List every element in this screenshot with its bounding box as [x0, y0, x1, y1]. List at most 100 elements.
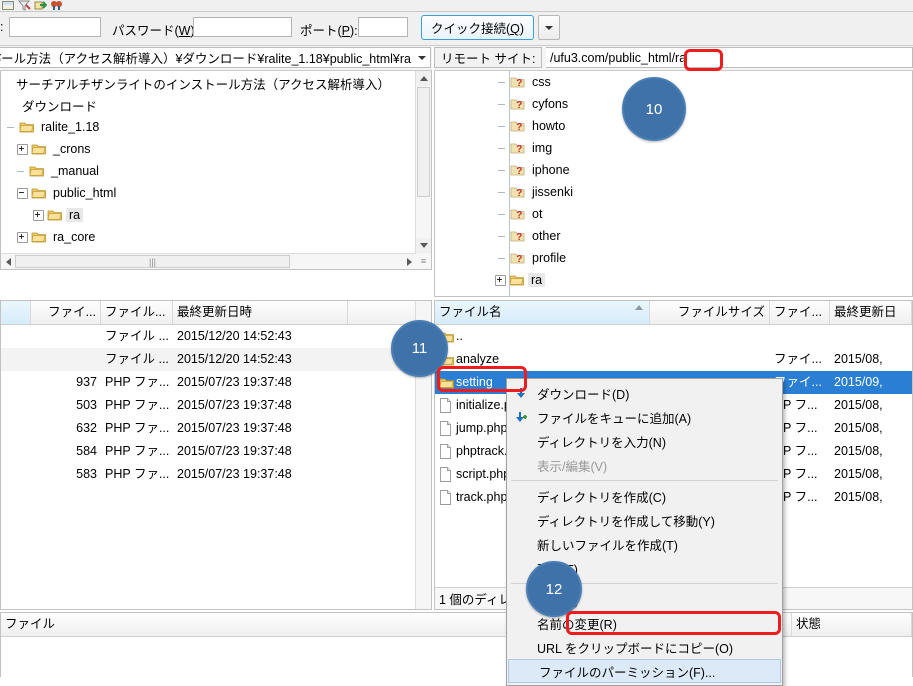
toggle-filter-icon[interactable] — [18, 0, 31, 11]
queue-col-status[interactable]: 状態 — [792, 613, 912, 636]
context-menu-item[interactable]: ファイルのパーミッション(F)... — [508, 659, 781, 683]
scroll-up-button[interactable] — [416, 71, 431, 86]
scroll-left-button[interactable] — [1, 254, 15, 269]
remote-tree-item[interactable]: ra — [495, 269, 912, 291]
context-menu-item[interactable]: URL をクリップボードにコピー(O) — [507, 635, 782, 659]
context-menu-item[interactable]: ディレクトリを入力(N) — [507, 429, 782, 453]
remote-tree-item[interactable]: ?rec — [495, 291, 912, 296]
filezilla-window: : パスワード(W): ポート(P): クイック接続(Q) ール方法（アクセス解… — [0, 0, 913, 677]
folder-unknown-icon: ? — [510, 229, 526, 243]
context-menu-item-label: ダウンロード(D) — [537, 384, 629, 403]
remote-tree-item[interactable]: ?profile — [495, 247, 912, 269]
expand-icon[interactable] — [33, 210, 44, 221]
remote-col-modified[interactable]: 最終更新日 — [830, 301, 912, 324]
local-col-modified[interactable]: 最終更新日時 — [173, 301, 348, 324]
local-tree-item[interactable]: ダウンロード — [1, 94, 415, 116]
remote-path-input[interactable]: /ufu3.com/public_html/ra — [546, 47, 913, 68]
local-path-combobox[interactable]: ール方法（アクセス解析導入）¥ダウンロード¥ralite_1.18¥public… — [0, 47, 431, 68]
local-tree-item[interactable]: ra — [1, 204, 415, 226]
expand-icon[interactable] — [495, 275, 506, 286]
folder-icon — [47, 208, 63, 222]
remote-col-type[interactable]: ファイ... — [770, 301, 830, 324]
hscroll-thumb[interactable]: ||| — [15, 255, 290, 268]
remote-col-name[interactable]: ファイル名 — [435, 301, 650, 324]
remote-context-menu[interactable]: ダウンロード(D) ファイルをキューに追加(A)ディレクトリを入力(N)表示/編集… — [506, 378, 783, 686]
context-menu-item[interactable]: ファイルをキューに追加(A) — [507, 405, 782, 429]
cell-modified: 2015/08, — [830, 394, 912, 417]
remote-tree-item[interactable]: ?img — [495, 137, 912, 159]
quick-connect-dropdown-button[interactable] — [538, 15, 560, 40]
local-tree-item[interactable]: サーチアルチザンライトのインストール方法（アクセス解析導入） — [1, 72, 415, 94]
password-input[interactable] — [193, 17, 292, 37]
remote-tree-item[interactable]: ?other — [495, 225, 912, 247]
remote-tree-item[interactable]: ?ot — [495, 203, 912, 225]
file-icon — [439, 490, 452, 505]
local-tree-item-label: ダウンロード — [19, 96, 100, 115]
remote-tree-item[interactable]: ?css — [495, 71, 912, 93]
local-tree-item-label: _crons — [50, 142, 94, 156]
local-tree-item[interactable]: ra_core — [1, 226, 415, 248]
compare-directories-icon[interactable] — [50, 0, 63, 11]
local-tree-item[interactable]: _crons — [1, 138, 415, 160]
local-file-row[interactable]: 632PHP ファ...2015/07/23 19:37:48 — [1, 417, 431, 440]
file-icon — [439, 398, 452, 413]
expand-icon[interactable] — [17, 232, 28, 243]
scroll-thumb[interactable] — [417, 87, 430, 197]
folder-unknown-icon: ? — [510, 207, 526, 221]
local-tree-hscrollbar[interactable]: ||| — [1, 253, 416, 269]
site-manager-icon[interactable] — [2, 0, 15, 11]
remote-tree-item[interactable]: ?jissenki — [495, 181, 912, 203]
local-tree-item[interactable]: _manual — [1, 160, 415, 182]
local-file-row[interactable]: 503PHP ファ...2015/07/23 19:37:48 — [1, 394, 431, 417]
local-tree-item-label: public_html — [50, 186, 119, 200]
folder-unknown-icon: ? — [510, 119, 526, 133]
scroll-down-button[interactable] — [416, 238, 431, 253]
cell-type: PHP ファ... — [101, 463, 173, 486]
collapse-icon[interactable] — [17, 188, 28, 199]
context-menu-item[interactable]: 新しいファイルを作成(T) — [507, 532, 782, 556]
quick-connect-button[interactable]: クイック接続(Q) — [421, 15, 534, 40]
password-label: パスワード(W): — [112, 20, 198, 39]
step-badge-12: 12 — [526, 561, 582, 617]
scroll-right-button[interactable] — [402, 254, 416, 269]
local-tree-item[interactable]: public_html — [1, 182, 415, 204]
remote-tree-item[interactable]: ?iphone — [495, 159, 912, 181]
local-tree-item[interactable]: ralite_1.18 — [1, 116, 415, 138]
cell-name — [1, 417, 31, 440]
context-menu-item: 表示/編集(V) — [507, 453, 782, 477]
remote-path-highlight — [684, 49, 723, 71]
remote-file-list-header[interactable]: ファイル名ファイルサイズファイ...最終更新日 — [435, 301, 912, 325]
context-menu-item[interactable]: ダウンロード(D) — [507, 381, 782, 405]
local-col-size[interactable]: ファイ... — [31, 301, 101, 324]
remote-tree-item[interactable]: ?howto — [495, 115, 912, 137]
port-label: ポート(P): — [300, 20, 358, 39]
context-menu-item[interactable]: ディレクトリを作成(C) — [507, 484, 782, 508]
cell-type: ファイル ... — [101, 348, 173, 371]
remote-tree-item-label: other — [529, 229, 564, 243]
local-file-list-header[interactable]: ファイ...ファイル...最終更新日時 — [1, 301, 431, 325]
folder-unknown-icon: ? — [510, 75, 526, 89]
remote-file-row[interactable]: .. — [435, 325, 912, 348]
local-col-type[interactable]: ファイル... — [101, 301, 173, 324]
context-menu-item[interactable]: ディレクトリを作成して移動(Y) — [507, 508, 782, 532]
remote-col-size[interactable]: ファイルサイズ — [650, 301, 770, 324]
process-queue-icon[interactable] — [34, 0, 47, 11]
local-file-row[interactable]: 583PHP ファ...2015/07/23 19:37:48 — [1, 463, 431, 486]
local-file-row[interactable]: 937PHP ファ...2015/07/23 19:37:48 — [1, 371, 431, 394]
step-badge-10: 10 — [622, 77, 686, 141]
local-file-list[interactable]: ファイ...ファイル...最終更新日時 ファイル ...2015/12/20 1… — [0, 300, 432, 610]
local-directory-tree[interactable]: サーチアルチザンライトのインストール方法（アクセス解析導入） ダウンロードrali… — [0, 71, 432, 270]
svg-text:?: ? — [516, 122, 522, 133]
remote-tree-item-label: jissenki — [529, 185, 576, 199]
local-file-row[interactable]: ファイル ...2015/12/20 14:52:43 — [1, 325, 431, 348]
port-input[interactable] — [358, 17, 408, 37]
expand-icon[interactable] — [17, 144, 28, 155]
local-file-row[interactable]: ファイル ...2015/12/20 14:52:43 — [1, 348, 431, 371]
host-input[interactable] — [9, 17, 101, 37]
remote-tree-item[interactable]: ?cyfons — [495, 93, 912, 115]
local-col-name[interactable] — [1, 301, 31, 324]
cell-modified: 2015/12/20 14:52:43 — [173, 325, 348, 348]
local-tree-vscrollbar[interactable]: ≡ — [415, 71, 431, 269]
chevron-down-icon[interactable] — [414, 56, 430, 60]
local-file-row[interactable]: 584PHP ファ...2015/07/23 19:37:48 — [1, 440, 431, 463]
